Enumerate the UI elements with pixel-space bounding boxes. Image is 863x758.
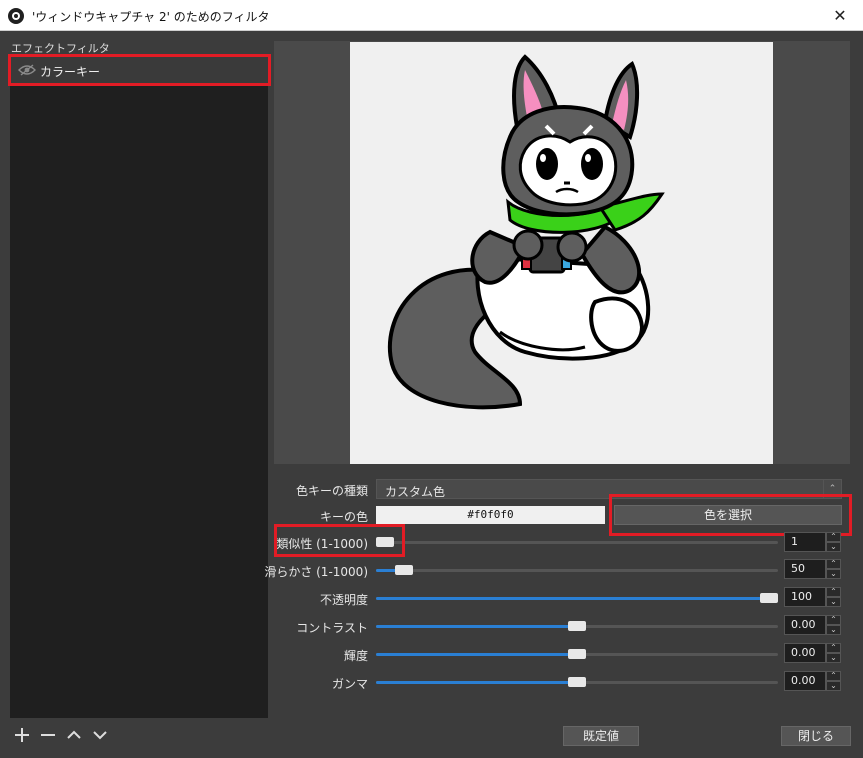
opacity-stepper[interactable]: ⌃ ⌄ (826, 587, 841, 607)
contrast-stepper[interactable]: ⌃ ⌄ (826, 615, 841, 635)
step-up-icon[interactable]: ⌃ (826, 587, 841, 597)
key-color-swatch: #f0f0f0 (376, 506, 605, 524)
step-up-icon[interactable]: ⌃ (826, 615, 841, 625)
highlight-box-similarity (274, 524, 405, 557)
step-up-icon[interactable]: ⌃ (826, 532, 841, 542)
smoothness-slider[interactable] (376, 565, 778, 575)
similarity-input[interactable]: 1 (784, 532, 826, 552)
key-type-value: カスタム色 (385, 485, 446, 499)
opacity-slider[interactable] (376, 593, 778, 603)
brightness-slider[interactable] (376, 649, 778, 659)
contrast-label: コントラスト (296, 621, 368, 635)
move-down-button[interactable] (90, 724, 110, 746)
smoothness-label: 滑らかさ (1-1000) (264, 565, 368, 579)
brightness-stepper[interactable]: ⌃ ⌄ (826, 643, 841, 663)
step-up-icon[interactable]: ⌃ (826, 559, 841, 569)
opacity-label: 不透明度 (319, 593, 368, 607)
slider-fill (376, 597, 769, 600)
chevron-up-icon (67, 730, 81, 739)
similarity-slider[interactable] (376, 537, 778, 547)
highlight-box-select-color (609, 494, 852, 536)
source-preview (350, 42, 773, 464)
filter-list: カラーキー (10, 56, 268, 718)
obs-logo-icon (8, 8, 24, 24)
brightness-label: 輝度 (343, 649, 368, 663)
step-down-icon[interactable]: ⌄ (826, 653, 841, 663)
step-down-icon[interactable]: ⌄ (826, 597, 841, 607)
similarity-stepper[interactable]: ⌃ ⌄ (826, 532, 841, 552)
slider-fill (376, 625, 577, 628)
slider-fill (376, 653, 577, 656)
slider-handle[interactable] (568, 621, 586, 631)
smoothness-input[interactable]: 50 (784, 559, 826, 579)
gamma-input[interactable]: 0.00 (784, 671, 826, 691)
brightness-input[interactable]: 0.00 (784, 643, 826, 663)
step-down-icon[interactable]: ⌄ (826, 542, 841, 552)
step-up-icon[interactable]: ⌃ (826, 643, 841, 653)
defaults-button[interactable]: 既定値 (563, 726, 639, 746)
slider-handle[interactable] (568, 649, 586, 659)
preview-area (274, 41, 773, 464)
close-button[interactable]: 閉じる (781, 726, 851, 746)
smoothness-stepper[interactable]: ⌃ ⌄ (826, 559, 841, 579)
step-down-icon[interactable]: ⌄ (826, 681, 841, 691)
minus-icon (41, 734, 55, 736)
slider-track (376, 569, 778, 572)
key-type-label: 色キーの種類 (295, 484, 368, 498)
contrast-input[interactable]: 0.00 (784, 615, 826, 635)
key-color-label: キーの色 (319, 510, 368, 524)
opacity-input[interactable]: 100 (784, 587, 826, 607)
close-window-button[interactable]: ✕ (817, 0, 863, 31)
window-title: 'ウィンドウキャプチャ 2' のためのフィルタ (32, 10, 270, 24)
filter-list-buttons (12, 724, 110, 746)
slider-fill (376, 681, 577, 684)
gamma-label: ガンマ (331, 677, 368, 691)
step-down-icon[interactable]: ⌄ (826, 569, 841, 579)
add-filter-button[interactable] (12, 724, 32, 746)
step-up-icon[interactable]: ⌃ (826, 671, 841, 681)
gamma-stepper[interactable]: ⌃ ⌄ (826, 671, 841, 691)
preview-side-area (773, 41, 850, 464)
slider-handle[interactable] (760, 593, 778, 603)
cat-character-image (387, 54, 665, 410)
slider-handle[interactable] (395, 565, 413, 575)
contrast-slider[interactable] (376, 621, 778, 631)
slider-track (376, 541, 778, 544)
step-down-icon[interactable]: ⌄ (826, 625, 841, 635)
slider-handle[interactable] (568, 677, 586, 687)
gamma-slider[interactable] (376, 677, 778, 687)
title-bar: 'ウィンドウキャプチャ 2' のためのフィルタ ✕ (0, 0, 863, 31)
chevron-down-icon (93, 731, 107, 740)
plus-icon (15, 728, 29, 742)
remove-filter-button[interactable] (38, 724, 58, 746)
highlight-box-filter (8, 54, 271, 86)
move-up-button[interactable] (64, 724, 84, 746)
